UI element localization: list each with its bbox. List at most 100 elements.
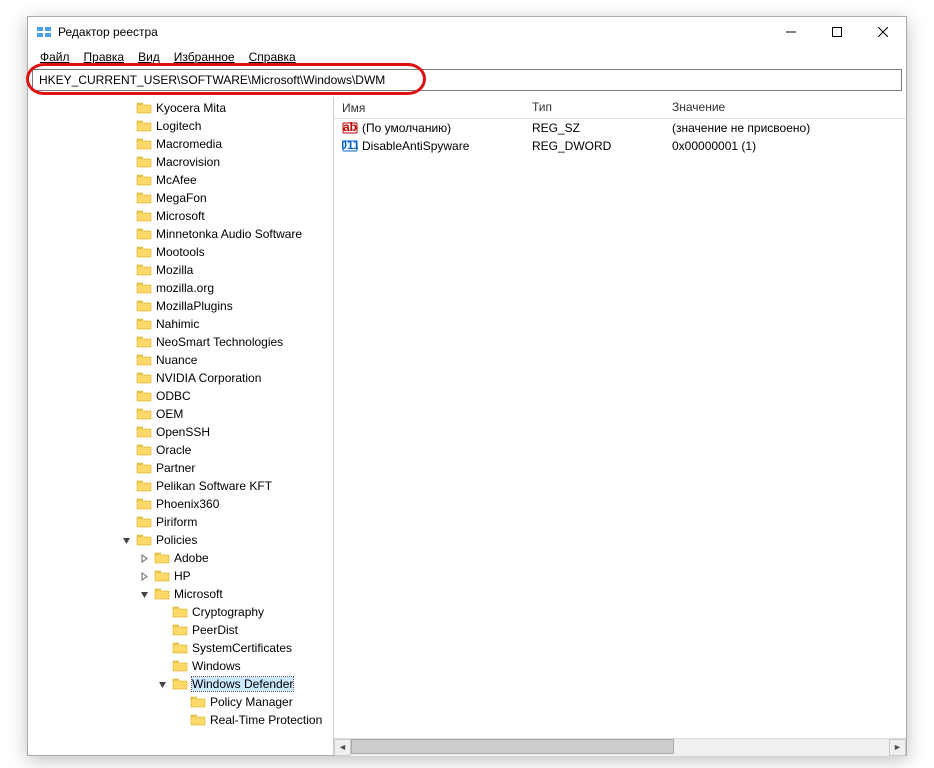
- tree-item-label: Partner: [156, 461, 195, 475]
- folder-icon: [136, 173, 152, 187]
- tree-item[interactable]: MozillaPlugins: [28, 297, 333, 315]
- folder-icon: [190, 695, 206, 709]
- value-type: REG_DWORD: [524, 139, 664, 153]
- value-row[interactable]: ab(По умолчанию)REG_SZ(значение не присв…: [334, 119, 906, 137]
- tree-item[interactable]: Adobe: [28, 549, 333, 567]
- svg-text:ab: ab: [343, 121, 357, 134]
- menu-view[interactable]: Вид: [132, 48, 166, 66]
- tree-item[interactable]: Real-Time Protection: [28, 711, 333, 729]
- menu-file[interactable]: Файл: [34, 48, 76, 66]
- titlebar[interactable]: Редактор реестра: [28, 17, 906, 47]
- tree-item[interactable]: MegaFon: [28, 189, 333, 207]
- expand-icon[interactable]: [158, 680, 172, 689]
- tree-item[interactable]: Policy Manager: [28, 693, 333, 711]
- folder-icon: [136, 101, 152, 115]
- tree-item[interactable]: Macromedia: [28, 135, 333, 153]
- tree-item[interactable]: Mootools: [28, 243, 333, 261]
- tree-item[interactable]: SystemCertificates: [28, 639, 333, 657]
- tree-item[interactable]: Policies: [28, 531, 333, 549]
- tree-item[interactable]: HP: [28, 567, 333, 585]
- tree-item[interactable]: Microsoft: [28, 207, 333, 225]
- horizontal-scrollbar[interactable]: ◄ ►: [334, 738, 906, 755]
- col-value[interactable]: Значение: [664, 97, 906, 118]
- tree-item[interactable]: Oracle: [28, 441, 333, 459]
- column-headers[interactable]: Имя Тип Значение: [334, 97, 906, 119]
- value-name: (По умолчанию): [362, 121, 451, 135]
- value-row[interactable]: 011DisableAntiSpywareREG_DWORD0x00000001…: [334, 137, 906, 155]
- minimize-button[interactable]: [768, 17, 814, 47]
- folder-icon: [172, 677, 188, 691]
- expand-icon[interactable]: [140, 590, 154, 599]
- tree-item[interactable]: ODBC: [28, 387, 333, 405]
- folder-icon: [136, 245, 152, 259]
- menu-help[interactable]: Справка: [243, 48, 302, 66]
- folder-icon: [136, 389, 152, 403]
- scroll-thumb[interactable]: [351, 739, 674, 754]
- tree-item-label: Pelikan Software KFT: [156, 479, 272, 493]
- tree-item-label: Windows: [192, 659, 241, 673]
- content-area: Kyocera MitaLogitech Macromedia Macrovisio…: [28, 97, 906, 755]
- address-input[interactable]: [32, 69, 902, 91]
- tree-item[interactable]: Partner: [28, 459, 333, 477]
- tree-item-label: Mootools: [156, 245, 205, 259]
- folder-icon: [136, 371, 152, 385]
- menu-favorites[interactable]: Избранное: [168, 48, 241, 66]
- tree-item[interactable]: Phoenix360: [28, 495, 333, 513]
- tree-item[interactable]: Kyocera Mita: [28, 99, 333, 117]
- tree-item[interactable]: NeoSmart Technologies: [28, 333, 333, 351]
- folder-icon: [136, 515, 152, 529]
- tree-item-label: MozillaPlugins: [156, 299, 233, 313]
- tree-item[interactable]: Minnetonka Audio Software: [28, 225, 333, 243]
- window-controls: [768, 17, 906, 47]
- tree-item[interactable]: Piriform: [28, 513, 333, 531]
- maximize-button[interactable]: [814, 17, 860, 47]
- tree-item[interactable]: Cryptography: [28, 603, 333, 621]
- menu-edit[interactable]: Правка: [78, 48, 131, 66]
- close-button[interactable]: [860, 17, 906, 47]
- expand-icon[interactable]: [140, 554, 154, 563]
- col-name[interactable]: Имя: [334, 97, 524, 118]
- tree-item[interactable]: Windows Defender: [28, 675, 333, 693]
- tree-item-label: SystemCertificates: [192, 641, 292, 655]
- tree-item[interactable]: Macrovision: [28, 153, 333, 171]
- folder-icon: [136, 299, 152, 313]
- folder-icon: [136, 209, 152, 223]
- tree-item[interactable]: OpenSSH: [28, 423, 333, 441]
- expand-icon[interactable]: [140, 572, 154, 581]
- tree-item[interactable]: McAfee: [28, 171, 333, 189]
- tree-item[interactable]: Logitech: [28, 117, 333, 135]
- tree-item[interactable]: Nahimic: [28, 315, 333, 333]
- tree-item-label: Oracle: [156, 443, 191, 457]
- tree-item-label: McAfee: [156, 173, 197, 187]
- tree-item[interactable]: PeerDist: [28, 621, 333, 639]
- tree-item-label: HP: [174, 569, 191, 583]
- tree-item-label: Real-Time Protection: [210, 713, 322, 727]
- folder-icon: [154, 587, 170, 601]
- values-list[interactable]: ab(По умолчанию)REG_SZ(значение не присв…: [334, 119, 906, 738]
- tree-item[interactable]: NVIDIA Corporation: [28, 369, 333, 387]
- tree-pane[interactable]: Kyocera MitaLogitech Macromedia Macrovisio…: [28, 97, 334, 755]
- tree-item-label: Macromedia: [156, 137, 222, 151]
- tree-item[interactable]: mozilla.org: [28, 279, 333, 297]
- folder-icon: [136, 461, 152, 475]
- scroll-track[interactable]: [351, 739, 889, 756]
- tree-item[interactable]: Mozilla: [28, 261, 333, 279]
- tree-item[interactable]: OEM: [28, 405, 333, 423]
- tree-item[interactable]: Pelikan Software KFT: [28, 477, 333, 495]
- tree-item[interactable]: Microsoft: [28, 585, 333, 603]
- tree-item-label: ODBC: [156, 389, 191, 403]
- scroll-left-icon[interactable]: ◄: [334, 739, 351, 756]
- tree-item[interactable]: Nuance: [28, 351, 333, 369]
- folder-icon: [172, 623, 188, 637]
- tree-item-label: Policies: [156, 533, 197, 547]
- folder-icon: [172, 605, 188, 619]
- folder-icon: [136, 227, 152, 241]
- scroll-right-icon[interactable]: ►: [889, 739, 906, 756]
- tree-item-label: Microsoft: [174, 587, 223, 601]
- tree-item-label: Policy Manager: [210, 695, 293, 709]
- tree-item[interactable]: Windows: [28, 657, 333, 675]
- expand-icon[interactable]: [122, 536, 136, 545]
- col-type[interactable]: Тип: [524, 97, 664, 118]
- value-data: 0x00000001 (1): [664, 139, 906, 153]
- folder-icon: [172, 659, 188, 673]
